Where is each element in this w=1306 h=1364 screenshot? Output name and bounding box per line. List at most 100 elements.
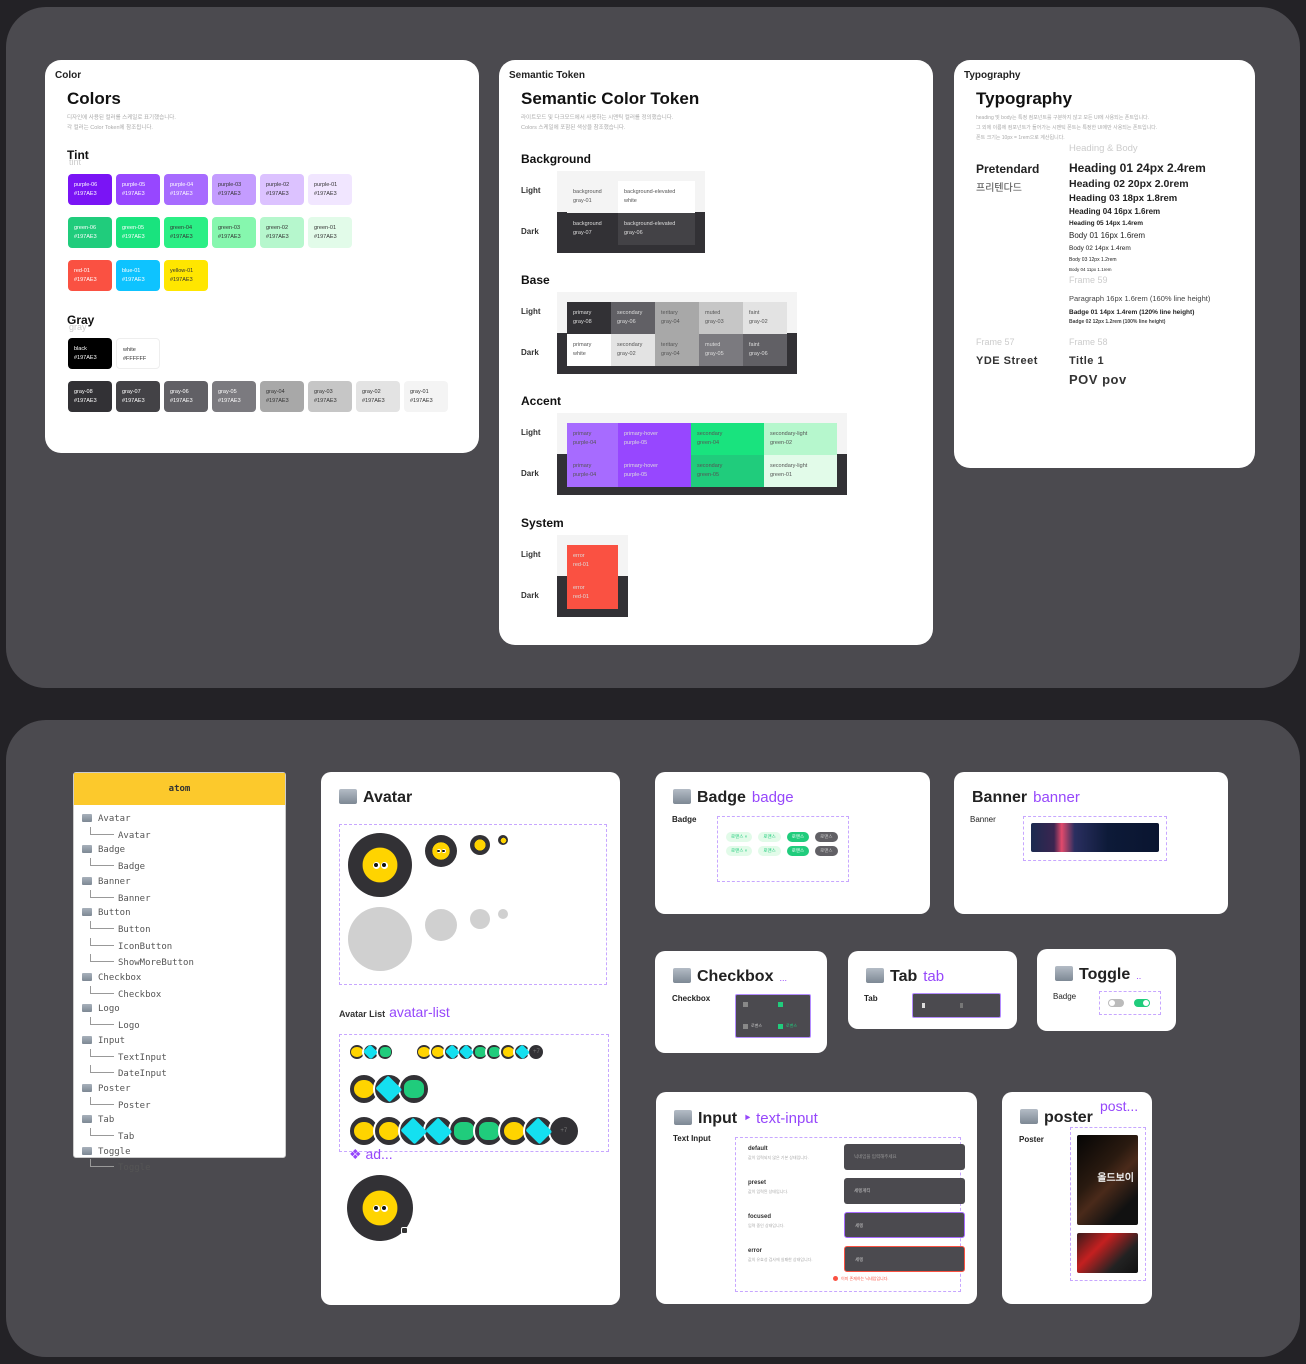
swatch-name: purple-02 <box>266 182 290 188</box>
sub-label: Banner <box>970 815 996 824</box>
text-input-field[interactable]: 세렝 <box>844 1246 965 1272</box>
tree-folder-avatar[interactable]: Avatar <box>82 812 285 827</box>
tab-inactive[interactable] <box>960 1003 963 1008</box>
swatch-name: purple-05 <box>122 182 146 188</box>
avatar-md[interactable] <box>470 835 490 855</box>
sun-character-icon <box>502 1047 514 1057</box>
typography-card: Typography Typography heading 및 body는 특정… <box>954 60 1255 468</box>
genre-badge[interactable]: 로맨스 <box>758 846 781 856</box>
token-grid: primary gray-08 secondary gray-06 teritary gr… <box>567 302 787 366</box>
token-cell: muted gray-03 <box>699 302 743 334</box>
swatch-name: red-01 <box>74 268 90 274</box>
tree-item-banner[interactable]: Banner <box>82 889 285 907</box>
sun-character-icon <box>354 1080 374 1098</box>
genre-badge[interactable]: 로맨스 × <box>726 846 753 856</box>
state-description: 값이 입력된 상태입니다. <box>748 1189 789 1194</box>
atom-component-tree: atom Avatar Avatar Badge Badge Banner Banner B… <box>73 772 286 1173</box>
state-label: focused <box>748 1214 772 1220</box>
tree-folder-tab[interactable]: Tab <box>82 1113 285 1128</box>
tree-item-button[interactable]: Button <box>82 920 285 938</box>
tree-item-checkbox[interactable]: Checkbox <box>82 985 285 1003</box>
tree-item-tab[interactable]: Tab <box>82 1128 285 1145</box>
avatar-stack-medium[interactable] <box>348 1073 430 1105</box>
token-cell: background gray-01 <box>567 181 618 213</box>
avatar-placeholder-md[interactable] <box>470 909 490 929</box>
avatar-xl[interactable] <box>348 833 412 897</box>
tree-item-avatar[interactable]: Avatar <box>82 826 285 844</box>
swatch-name: gray-06 <box>170 389 189 395</box>
poster-image-large[interactable]: 올드보이 <box>1077 1135 1138 1225</box>
genre-badge[interactable]: 로맨스 <box>786 846 810 856</box>
text-input-field[interactable]: 세렝 <box>844 1212 965 1238</box>
diamond-character-icon <box>425 1117 453 1145</box>
sub-label: Badge <box>672 815 697 824</box>
description: heading 및 body는 특정 컴포넌트를 구분하지 않고 모든 UI에 … <box>976 115 1158 141</box>
state-description: 입력 중인 상태입니다. <box>748 1223 785 1228</box>
tree-folder-input[interactable]: Input <box>82 1034 285 1049</box>
tree-item-dateinput[interactable]: DateInput <box>82 1065 285 1082</box>
checkbox-unchecked[interactable] <box>743 1002 748 1007</box>
tree-folder-badge[interactable]: Badge <box>82 843 285 858</box>
tree-item-showmorebutton[interactable]: ShowMoreButton <box>82 954 285 971</box>
avatar-stack-small-overflow[interactable]: +7 <box>415 1043 546 1061</box>
banner-card: Banner banner Banner <box>954 772 1228 914</box>
camera-icon[interactable] <box>401 1227 408 1234</box>
tree-item-poster[interactable]: Poster <box>82 1096 285 1114</box>
tab-active[interactable] <box>922 1003 925 1008</box>
paragraph-style: Paragraph 16px 1.6rem (160% line height) <box>1069 294 1211 303</box>
swatch-name: gray-05 <box>218 389 237 395</box>
blob-character-icon <box>404 1080 424 1098</box>
card-title: Badge badge <box>673 789 794 807</box>
swatch-name: purple-06 <box>74 182 98 188</box>
tree-item-badge[interactable]: Badge <box>82 858 285 875</box>
text-input-field[interactable]: 세렝게티 <box>844 1178 965 1204</box>
checkbox-label: 로맨스 <box>786 1023 798 1028</box>
genre-badge[interactable]: 로맨스 <box>815 846 838 856</box>
color-swatch: green-02 #197AE3 <box>260 217 304 248</box>
tree-item-toggle[interactable]: Toggle <box>82 1159 285 1176</box>
tree-folder-button[interactable]: Button <box>82 906 285 921</box>
avatar-placeholder-xl[interactable] <box>348 907 412 971</box>
swatch-name: purple-04 <box>170 182 194 188</box>
tree-folder-banner[interactable]: Banner <box>82 875 285 890</box>
tree-item-textinput[interactable]: TextInput <box>82 1048 285 1066</box>
toggle-off[interactable] <box>1108 999 1124 1007</box>
checkbox-checked-labeled[interactable] <box>778 1024 783 1029</box>
swatch-hex: #197AE3 <box>74 191 97 197</box>
checkbox-checked[interactable] <box>778 1002 783 1007</box>
pov-style: POV pov <box>1069 372 1127 387</box>
avatar-stack-small[interactable] <box>348 1043 395 1061</box>
token-cell: muted gray-05 <box>699 334 743 366</box>
color-swatch: red-01 #197AE3 <box>68 260 112 291</box>
poster-image-small[interactable] <box>1077 1233 1138 1273</box>
avatar-lg[interactable] <box>425 835 457 867</box>
folder-icon <box>82 845 92 854</box>
avatar-sm[interactable] <box>498 835 508 845</box>
text-input-field[interactable]: 닉네임을 입력해주세요 <box>844 1144 965 1170</box>
tree-folder-toggle[interactable]: Toggle <box>82 1145 285 1160</box>
card-title: Toggle.. <box>1055 966 1141 984</box>
token-cell: primary white <box>567 334 611 366</box>
tree-connector <box>90 985 114 994</box>
toggle-on[interactable] <box>1134 999 1150 1007</box>
tree-item-logo[interactable]: Logo <box>82 1017 285 1034</box>
avatar-stack-medium-overflow[interactable]: +7 <box>348 1115 580 1147</box>
avatar-placeholder-sm[interactable] <box>498 909 508 919</box>
banner-image[interactable] <box>1031 823 1159 852</box>
poster-card: post... poster Poster 올드보이 <box>1002 1092 1152 1304</box>
tree-folder-poster[interactable]: Poster <box>82 1082 285 1097</box>
folder-icon <box>82 973 92 982</box>
token-cell: primary-hover purple-05 <box>618 423 691 455</box>
tree-folder-checkbox[interactable]: Checkbox <box>82 971 285 986</box>
sun-character-icon <box>379 1122 399 1140</box>
section-title-base: Base <box>521 273 550 287</box>
checkbox-unchecked-labeled[interactable] <box>743 1024 748 1029</box>
swatch-name: green-02 <box>266 225 289 231</box>
folder-icon <box>82 1146 92 1155</box>
tree-item-iconbutton[interactable]: IconButton <box>82 937 285 955</box>
tree-folder-logo[interactable]: Logo <box>82 1002 285 1017</box>
description: 디자인에 사용된 컬러를 스케일로 표기했습니다. 각 컬러는 Color Tok… <box>67 115 176 131</box>
swatch-name: black <box>74 346 87 352</box>
frame-59-label: Frame 59 <box>1069 275 1108 285</box>
avatar-placeholder-lg[interactable] <box>425 909 457 941</box>
